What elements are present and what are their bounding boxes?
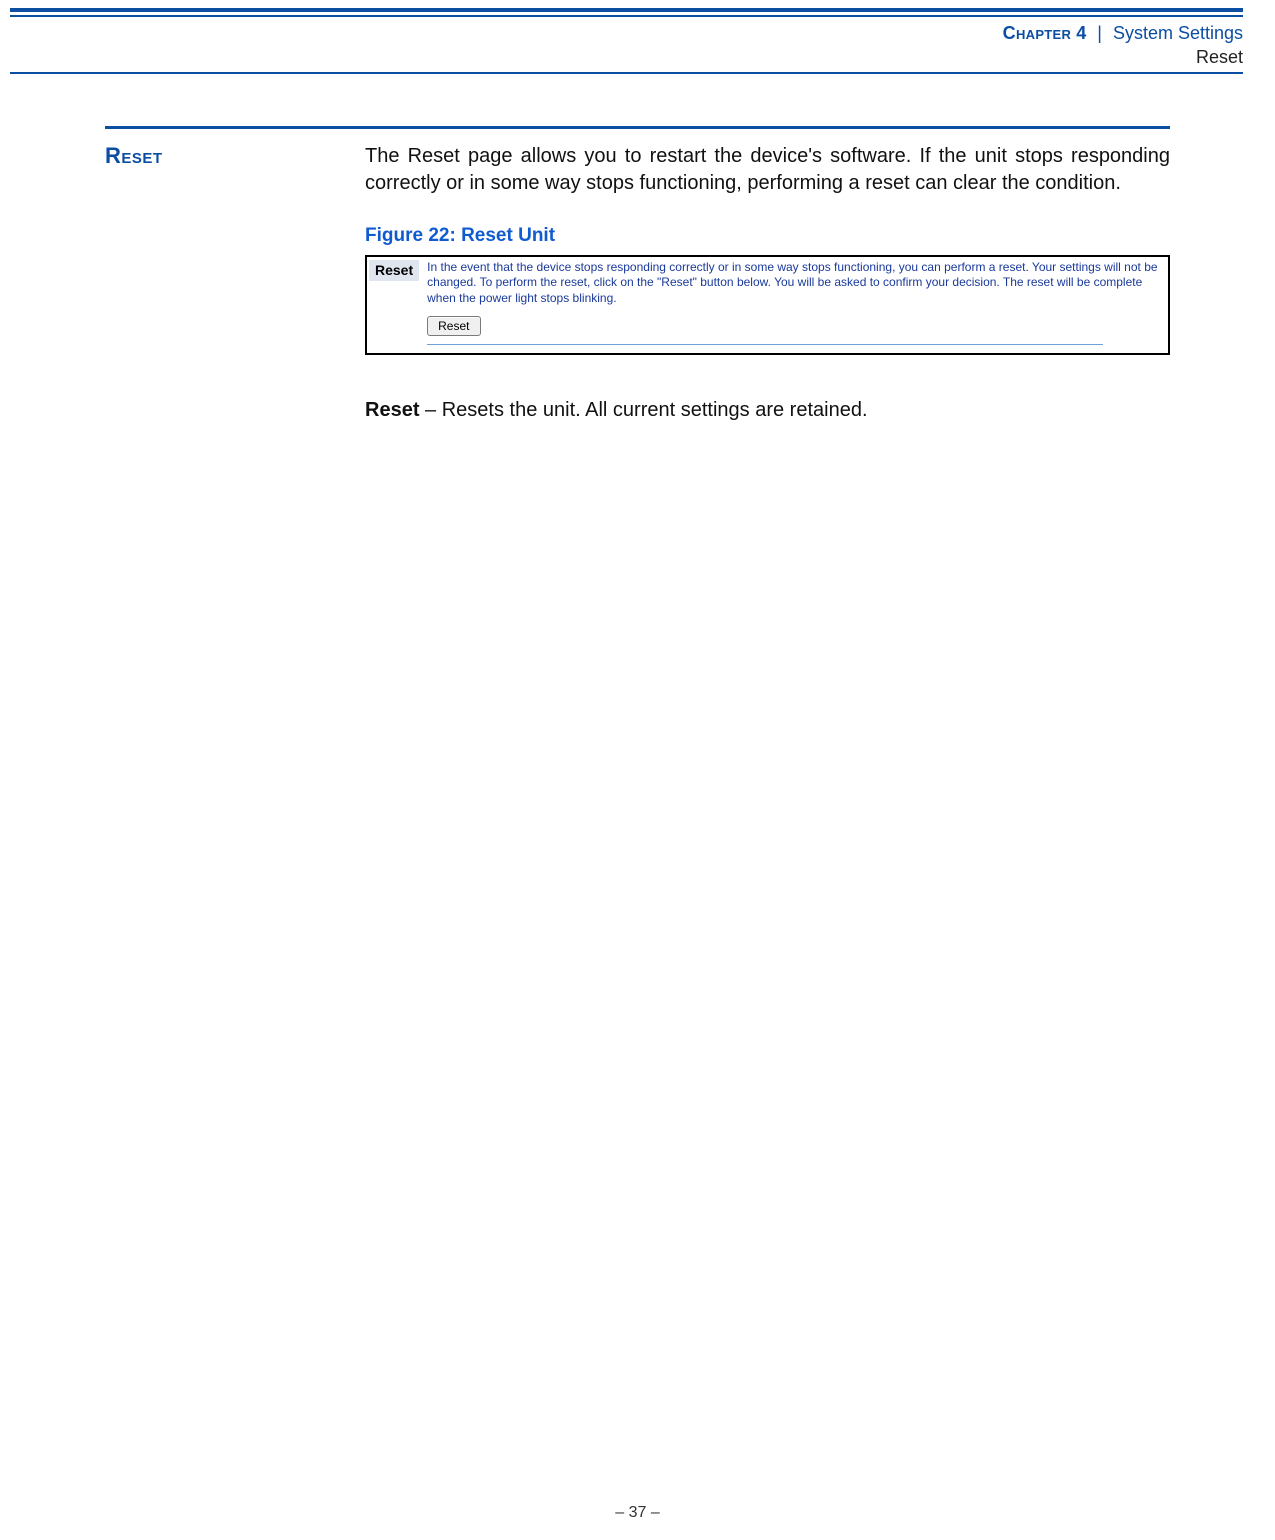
page-header: Chapter 4 | System Settings Reset xyxy=(10,8,1243,74)
page-number: – 37 – xyxy=(0,1504,1275,1522)
reset-button[interactable]: Reset xyxy=(427,316,480,336)
document-page: Chapter 4 | System Settings Reset Reset … xyxy=(0,8,1275,1540)
definition-term: Reset xyxy=(365,399,419,421)
figure-inner: Reset In the event that the device stops… xyxy=(367,257,1168,354)
definition-line: Reset – Resets the unit. All current set… xyxy=(365,397,1170,424)
intro-paragraph: The Reset page allows you to restart the… xyxy=(365,143,1170,197)
figure-body: In the event that the device stops respo… xyxy=(427,260,1162,346)
definition-text: – Resets the unit. All current settings … xyxy=(419,399,867,421)
header-rule-thin xyxy=(10,15,1243,17)
figure-tab-label: Reset xyxy=(369,260,419,281)
chapter-title: System Settings xyxy=(1113,23,1243,43)
content-area: Reset The Reset page allows you to resta… xyxy=(105,126,1170,425)
header-rule-bottom xyxy=(10,72,1243,74)
section-rule xyxy=(105,126,1170,129)
header-separator: | xyxy=(1091,23,1108,43)
header-meta: Chapter 4 | System Settings Reset xyxy=(10,21,1243,70)
section-body-col: The Reset page allows you to restart the… xyxy=(365,143,1170,425)
figure-description: In the event that the device stops respo… xyxy=(427,260,1162,307)
figure-caption: Figure 22: Reset Unit xyxy=(365,225,1170,247)
section-row: Reset The Reset page allows you to resta… xyxy=(105,143,1170,425)
section-heading: Reset xyxy=(105,143,365,169)
header-line-1: Chapter 4 | System Settings xyxy=(10,21,1243,45)
figure-underline xyxy=(427,344,1103,345)
figure-reset-unit: Reset In the event that the device stops… xyxy=(365,255,1170,356)
chapter-number: 4 xyxy=(1076,23,1086,43)
header-rule-top xyxy=(10,8,1243,17)
section-heading-col: Reset xyxy=(105,143,365,169)
chapter-prefix: Chapter xyxy=(1003,23,1072,43)
header-section-name: Reset xyxy=(10,45,1243,69)
